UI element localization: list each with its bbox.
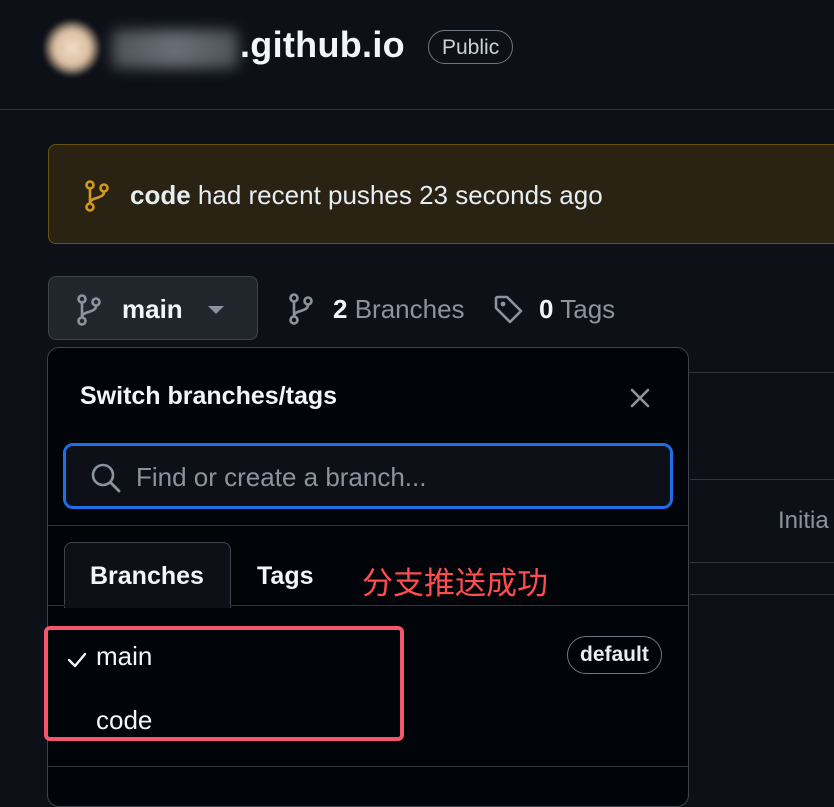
active-tab-gap	[64, 605, 231, 606]
git-branch-icon	[84, 180, 110, 212]
branch-search-input[interactable]	[136, 455, 656, 499]
owner-avatar[interactable]	[44, 20, 100, 76]
tab-tags[interactable]: Tags	[257, 562, 314, 591]
divider	[690, 594, 834, 595]
search-icon	[90, 462, 122, 494]
banner-text: code had recent pushes 23 seconds ago	[130, 180, 603, 211]
chevron-down-icon	[208, 306, 224, 314]
default-badge: default	[567, 636, 662, 674]
divider	[48, 766, 688, 767]
divider	[690, 562, 834, 563]
annotation-text: 分支推送成功	[362, 566, 548, 602]
header-divider	[0, 109, 834, 110]
tag-icon	[493, 294, 525, 326]
current-branch-label: main	[122, 294, 183, 324]
git-branch-icon	[288, 293, 314, 325]
visibility-badge: Public	[428, 30, 514, 64]
repo-name[interactable]: .github.io	[240, 24, 405, 66]
tags-link[interactable]: 0 Tags	[539, 294, 615, 325]
annotation-highlight-box	[44, 626, 404, 741]
divider	[48, 525, 688, 526]
owner-name-blurred[interactable]	[112, 30, 238, 68]
branches-label: Branches	[354, 294, 465, 324]
popover-title: Switch branches/tags	[80, 382, 338, 410]
tags-label: Tags	[560, 294, 616, 324]
branches-link[interactable]: 2 Branches	[333, 294, 465, 325]
banner-branch-name: code	[130, 180, 191, 210]
tags-count: 0	[539, 294, 554, 324]
divider	[690, 479, 834, 480]
banner-message: had recent pushes 23 seconds ago	[197, 180, 603, 210]
branches-count: 2	[333, 294, 348, 324]
commit-message-fragment: Initia	[778, 507, 829, 534]
close-icon[interactable]	[626, 384, 654, 412]
tab-branches-label[interactable]: Branches	[90, 562, 204, 591]
git-branch-icon	[76, 294, 102, 326]
